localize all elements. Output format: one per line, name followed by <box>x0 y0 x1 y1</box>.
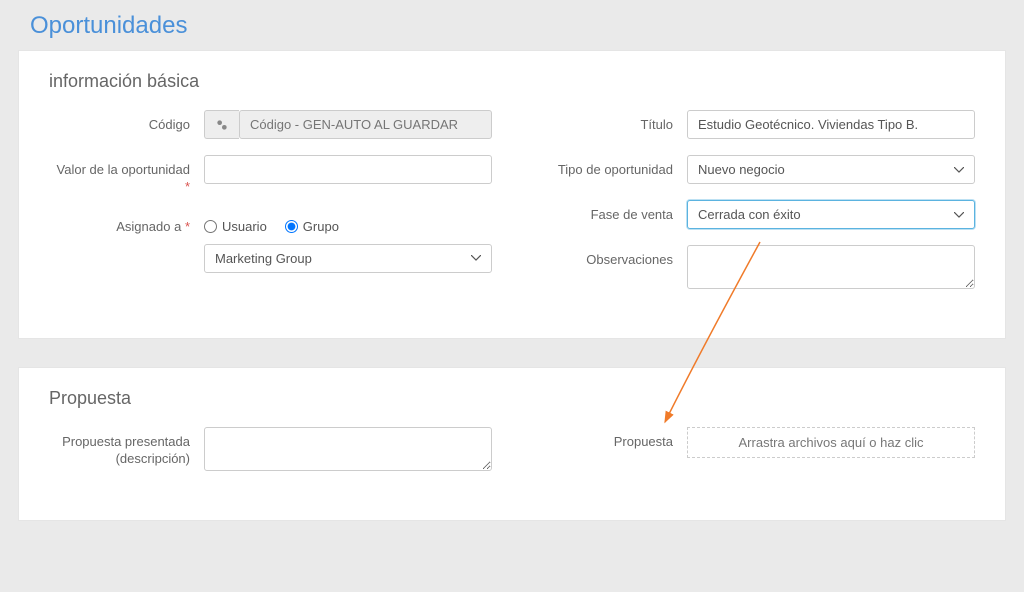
grupo-select[interactable]: Marketing Group <box>204 244 492 273</box>
propuesta-desc-textarea[interactable] <box>204 427 492 471</box>
label-fase: Fase de venta <box>532 200 687 224</box>
cogs-icon <box>204 110 239 139</box>
section-title-propuesta: Propuesta <box>49 388 975 409</box>
section-title-basic: información básica <box>49 71 975 92</box>
radio-usuario[interactable]: Usuario <box>204 219 267 234</box>
label-propuesta-file: Propuesta <box>532 427 687 451</box>
fase-select[interactable]: Cerrada con éxito <box>687 200 975 229</box>
radio-grupo[interactable]: Grupo <box>285 219 339 234</box>
label-tipo: Tipo de oportunidad <box>532 155 687 179</box>
label-titulo: Título <box>532 110 687 134</box>
panel-propuesta: Propuesta Propuesta presentada (descripc… <box>18 367 1006 521</box>
propuesta-dropzone[interactable]: Arrastra archivos aquí o haz clic <box>687 427 975 458</box>
page-title: Oportunidades <box>0 0 1024 50</box>
label-codigo: Código <box>49 110 204 134</box>
panel-basic-info: información básica Código <box>18 50 1006 339</box>
titulo-input[interactable] <box>687 110 975 139</box>
label-asignado: Asignado a * <box>49 212 204 236</box>
valor-input[interactable] <box>204 155 492 184</box>
tipo-select[interactable]: Nuevo negocio <box>687 155 975 184</box>
codigo-input <box>239 110 492 139</box>
observaciones-textarea[interactable] <box>687 245 975 289</box>
label-valor: Valor de la oportunidad * <box>49 155 204 196</box>
label-observaciones: Observaciones <box>532 245 687 269</box>
label-propuesta-desc: Propuesta presentada (descripción) <box>49 427 204 468</box>
